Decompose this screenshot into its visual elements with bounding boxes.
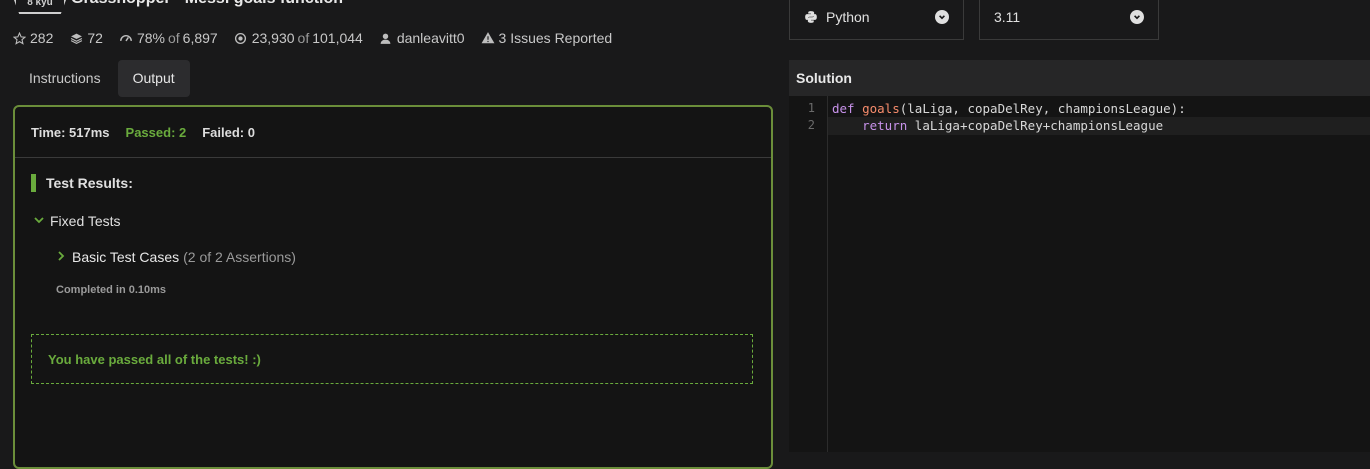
pass-message-box: You have passed all of the tests! :) (31, 334, 753, 384)
output-passed: Passed: 2 (125, 124, 187, 140)
test-case-assertions: (2 of 2 Assertions) (183, 249, 296, 265)
panel-tabs: Instructions Output (14, 60, 192, 97)
code-line-2[interactable]: return laLiga+copaDelRey+championsLeague (832, 117, 1163, 134)
output-time: Time: 517ms (31, 124, 110, 140)
results-accent-bar (31, 174, 36, 192)
target-icon (234, 31, 248, 45)
language-select[interactable]: Python (789, 0, 964, 40)
stat-author[interactable]: danleavitt0 (379, 30, 465, 46)
chevron-down-icon (1130, 10, 1144, 24)
left-panel: 8 kyu Grasshopper - Messi goals function… (0, 0, 789, 469)
code-line-1[interactable]: def goals(laLiga, copaDelRey, championsL… (832, 100, 1186, 117)
tab-output[interactable]: Output (117, 60, 190, 97)
chevron-down-icon (34, 215, 44, 228)
stat-issues-text: 3 Issues Reported (498, 30, 613, 46)
warning-icon (481, 31, 495, 45)
version-select[interactable]: 3.11 (979, 0, 1159, 40)
code-keyword: return (862, 118, 908, 133)
code-expression: laLiga+copaDelRey+championsLeague (907, 118, 1164, 133)
right-panel: Python 3.11 Solution 1 2 def goals(laLig… (789, 0, 1370, 452)
code-keyword: def (832, 101, 855, 116)
pass-message: You have passed all of the tests! :) (48, 351, 261, 367)
stat-attempts-value: 101,044 (312, 30, 363, 46)
stat-completed-of: of (297, 30, 310, 46)
layers-icon (69, 31, 83, 45)
code-function-name: goals (862, 101, 900, 116)
python-icon (804, 10, 818, 24)
kata-stats: 282 72 78% of 6,897 23,930 of 101,044 da… (12, 29, 628, 47)
line-number: 1 (807, 101, 815, 115)
output-failed: Failed: 0 (202, 124, 255, 140)
tab-instructions[interactable]: Instructions (14, 60, 116, 97)
stat-collections-value: 72 (87, 30, 103, 46)
test-group-label: Fixed Tests (50, 213, 121, 229)
stat-votes-value: 6,897 (182, 30, 218, 46)
kata-title[interactable]: Grasshopper - Messi goals function (71, 0, 343, 8)
stat-stars-value: 282 (30, 30, 54, 46)
test-case-name: Basic Test Cases (72, 249, 180, 265)
stat-satisfaction-value: 78% (136, 30, 165, 46)
stat-satisfaction[interactable]: 78% of 6,897 (119, 30, 218, 46)
chevron-right-icon (56, 250, 66, 264)
test-case-basic[interactable]: Basic Test Cases (2 of 2 Assertions) (56, 249, 296, 265)
star-icon (12, 31, 26, 45)
stat-collections[interactable]: 72 (69, 30, 103, 46)
language-select-value: Python (826, 8, 870, 25)
stat-completed-value: 23,930 (251, 30, 295, 46)
test-results-title: Test Results: (46, 175, 133, 191)
stat-author-name: danleavitt0 (396, 30, 465, 46)
stat-issues[interactable]: 3 Issues Reported (481, 30, 613, 46)
output-panel: Time: 517ms Passed: 2 Failed: 0 Test Res… (13, 105, 773, 469)
gauge-icon (119, 31, 133, 45)
line-number-gutter: 1 2 (789, 96, 828, 452)
stat-votes-of: of (167, 30, 180, 46)
test-results-heading: Test Results: (31, 174, 133, 192)
stat-stars[interactable]: 282 (12, 30, 53, 46)
version-select-value: 3.11 (994, 8, 1021, 25)
line-number: 2 (807, 118, 815, 132)
output-summary: Time: 517ms Passed: 2 Failed: 0 (15, 107, 771, 158)
stat-completed[interactable]: 23,930 of 101,044 (234, 30, 363, 46)
solution-heading: Solution (789, 60, 1370, 96)
kyu-rank-badge: 8 kyu (14, 0, 66, 14)
chevron-down-icon (935, 10, 949, 24)
code-params: (laLiga, copaDelRey, championsLeague): (899, 101, 1186, 116)
user-icon (379, 31, 393, 45)
code-editor[interactable]: 1 2 def goals(laLiga, copaDelRey, champi… (789, 96, 1370, 452)
test-group-fixed[interactable]: Fixed Tests (34, 213, 121, 229)
completed-time: Completed in 0.10ms (56, 284, 167, 296)
